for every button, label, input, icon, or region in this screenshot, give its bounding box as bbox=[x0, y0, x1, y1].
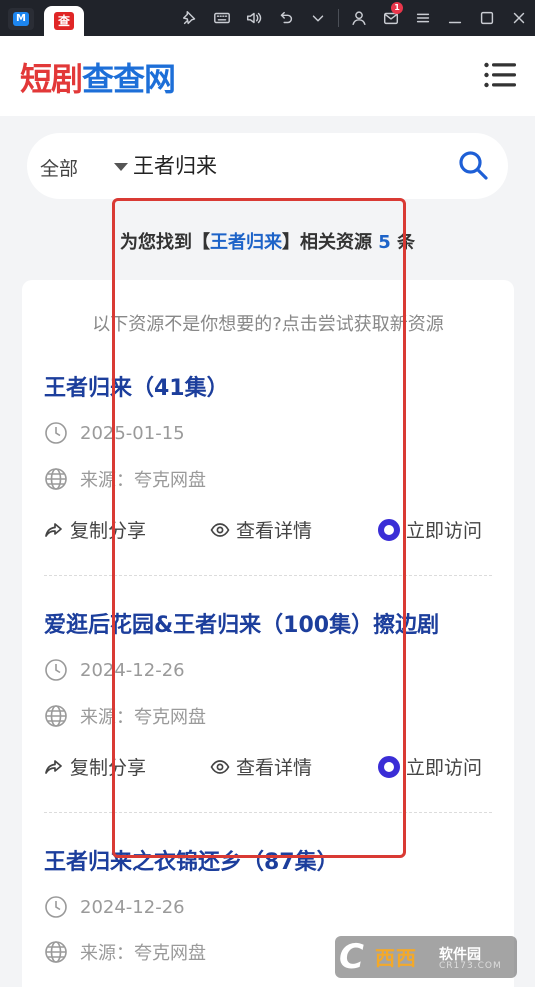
result-title[interactable]: 王者归来（41集） bbox=[44, 370, 229, 402]
search-input[interactable] bbox=[133, 150, 433, 180]
result-actions: 复制分享 查看详情 立即访问 bbox=[44, 516, 494, 542]
result-source: 来源：夸克网盘 bbox=[44, 939, 206, 965]
hamburger-icon[interactable] bbox=[407, 0, 439, 36]
pin-icon[interactable] bbox=[174, 0, 206, 36]
clock-icon bbox=[45, 659, 67, 681]
result-count-number: 5 bbox=[378, 232, 391, 253]
search-icon bbox=[459, 151, 488, 180]
view-details-label: 查看详情 bbox=[236, 520, 313, 542]
titlebar-divider bbox=[338, 9, 339, 27]
watermark-domain: CR173.COM bbox=[439, 961, 502, 971]
result-source: 来源：夸克网盘 bbox=[44, 466, 206, 492]
result-date: 2024-12-26 bbox=[44, 895, 185, 919]
result-actions: 复制分享 查看详情 立即访问 bbox=[44, 753, 494, 779]
minimize-icon[interactable] bbox=[439, 0, 471, 36]
result-date-text: 2024-12-26 bbox=[80, 896, 185, 918]
share-icon bbox=[45, 522, 62, 537]
globe-icon bbox=[45, 941, 67, 963]
visit-icon bbox=[378, 518, 400, 541]
search-category-select[interactable]: 全部 bbox=[40, 154, 78, 181]
visit-now-label: 立即访问 bbox=[406, 520, 483, 542]
window-titlebar: M 查 1 bbox=[0, 0, 535, 36]
user-icon[interactable] bbox=[343, 0, 375, 36]
result-source: 来源：夸克网盘 bbox=[44, 703, 206, 729]
tab-maxthon[interactable]: M bbox=[8, 8, 34, 30]
site-logo[interactable]: 短剧查查网 bbox=[20, 54, 176, 100]
menu-button[interactable] bbox=[484, 62, 516, 88]
fetch-new-resources-link[interactable]: 以下资源不是你想要的?点击尝试获取新资源 bbox=[22, 310, 514, 336]
mail-badge: 1 bbox=[391, 2, 403, 14]
copy-share-label: 复制分享 bbox=[70, 757, 147, 779]
chevron-down-icon[interactable] bbox=[302, 0, 334, 36]
item-divider bbox=[44, 575, 492, 576]
search-button[interactable] bbox=[457, 149, 493, 185]
result-source-text: 来源：夸克网盘 bbox=[80, 943, 206, 964]
result-title[interactable]: 爱逛后花园&王者归来（100集）擦边剧 bbox=[44, 607, 439, 639]
copy-share-button[interactable]: 复制分享 bbox=[44, 516, 146, 543]
item-divider bbox=[44, 812, 492, 813]
visit-icon bbox=[378, 755, 400, 778]
site-favicon-icon: 查 bbox=[54, 12, 74, 30]
result-summary-middle: 】相关资源 bbox=[281, 232, 379, 253]
undo-icon[interactable] bbox=[270, 0, 302, 36]
clock-icon bbox=[45, 896, 67, 918]
result-source-text: 来源：夸克网盘 bbox=[80, 470, 206, 491]
result-title[interactable]: 王者归来之衣锦还乡（87集） bbox=[44, 844, 339, 876]
watermark-logo: C 西西 软件园 CR173.COM bbox=[335, 936, 517, 978]
close-icon[interactable] bbox=[503, 0, 535, 36]
view-details-label: 查看详情 bbox=[236, 757, 313, 779]
visit-now-label: 立即访问 bbox=[406, 757, 483, 779]
site-header: 短剧查查网 bbox=[0, 36, 535, 116]
globe-icon bbox=[45, 705, 67, 727]
browser-logo-icon: M bbox=[13, 12, 29, 26]
result-summary-suffix: 条 bbox=[390, 232, 416, 253]
watermark-mark: C bbox=[339, 937, 364, 977]
result-date: 2024-12-26 bbox=[44, 658, 185, 682]
caret-down-icon[interactable] bbox=[114, 163, 128, 171]
volume-icon[interactable] bbox=[238, 0, 270, 36]
results-card: 以下资源不是你想要的?点击尝试获取新资源 王者归来（41集） 2025-01-1… bbox=[22, 280, 514, 987]
site-logo-part2: 查查网 bbox=[82, 60, 176, 98]
maximize-icon[interactable] bbox=[471, 0, 503, 36]
search-bar: 全部 bbox=[27, 133, 508, 199]
eye-icon bbox=[210, 522, 230, 537]
clock-icon bbox=[45, 422, 67, 444]
result-date-text: 2025-01-15 bbox=[80, 422, 185, 444]
result-date: 2025-01-15 bbox=[44, 421, 185, 445]
result-summary: 为您找到【王者归来】相关资源 5 条 bbox=[0, 228, 535, 254]
site-logo-part1: 短剧 bbox=[20, 60, 83, 98]
copy-share-button[interactable]: 复制分享 bbox=[44, 753, 146, 780]
view-details-button[interactable]: 查看详情 bbox=[210, 753, 312, 780]
eye-icon bbox=[210, 759, 230, 774]
keyboard-icon[interactable] bbox=[206, 0, 238, 36]
result-date-text: 2024-12-26 bbox=[80, 659, 185, 681]
tab-active[interactable]: 查 bbox=[44, 6, 84, 36]
watermark-name: 西西 bbox=[375, 946, 417, 970]
visit-now-button[interactable]: 立即访问 bbox=[378, 753, 482, 780]
globe-icon bbox=[45, 468, 67, 490]
copy-share-label: 复制分享 bbox=[70, 520, 147, 542]
result-source-text: 来源：夸克网盘 bbox=[80, 707, 206, 728]
result-summary-keyword: 王者归来 bbox=[209, 232, 282, 253]
share-icon bbox=[45, 759, 62, 774]
titlebar-icons: 1 bbox=[174, 0, 535, 36]
menu-icon bbox=[484, 62, 516, 88]
mail-icon[interactable]: 1 bbox=[375, 0, 407, 36]
result-summary-prefix: 为您找到【 bbox=[119, 232, 210, 253]
view-details-button[interactable]: 查看详情 bbox=[210, 516, 312, 543]
visit-now-button[interactable]: 立即访问 bbox=[378, 516, 482, 543]
